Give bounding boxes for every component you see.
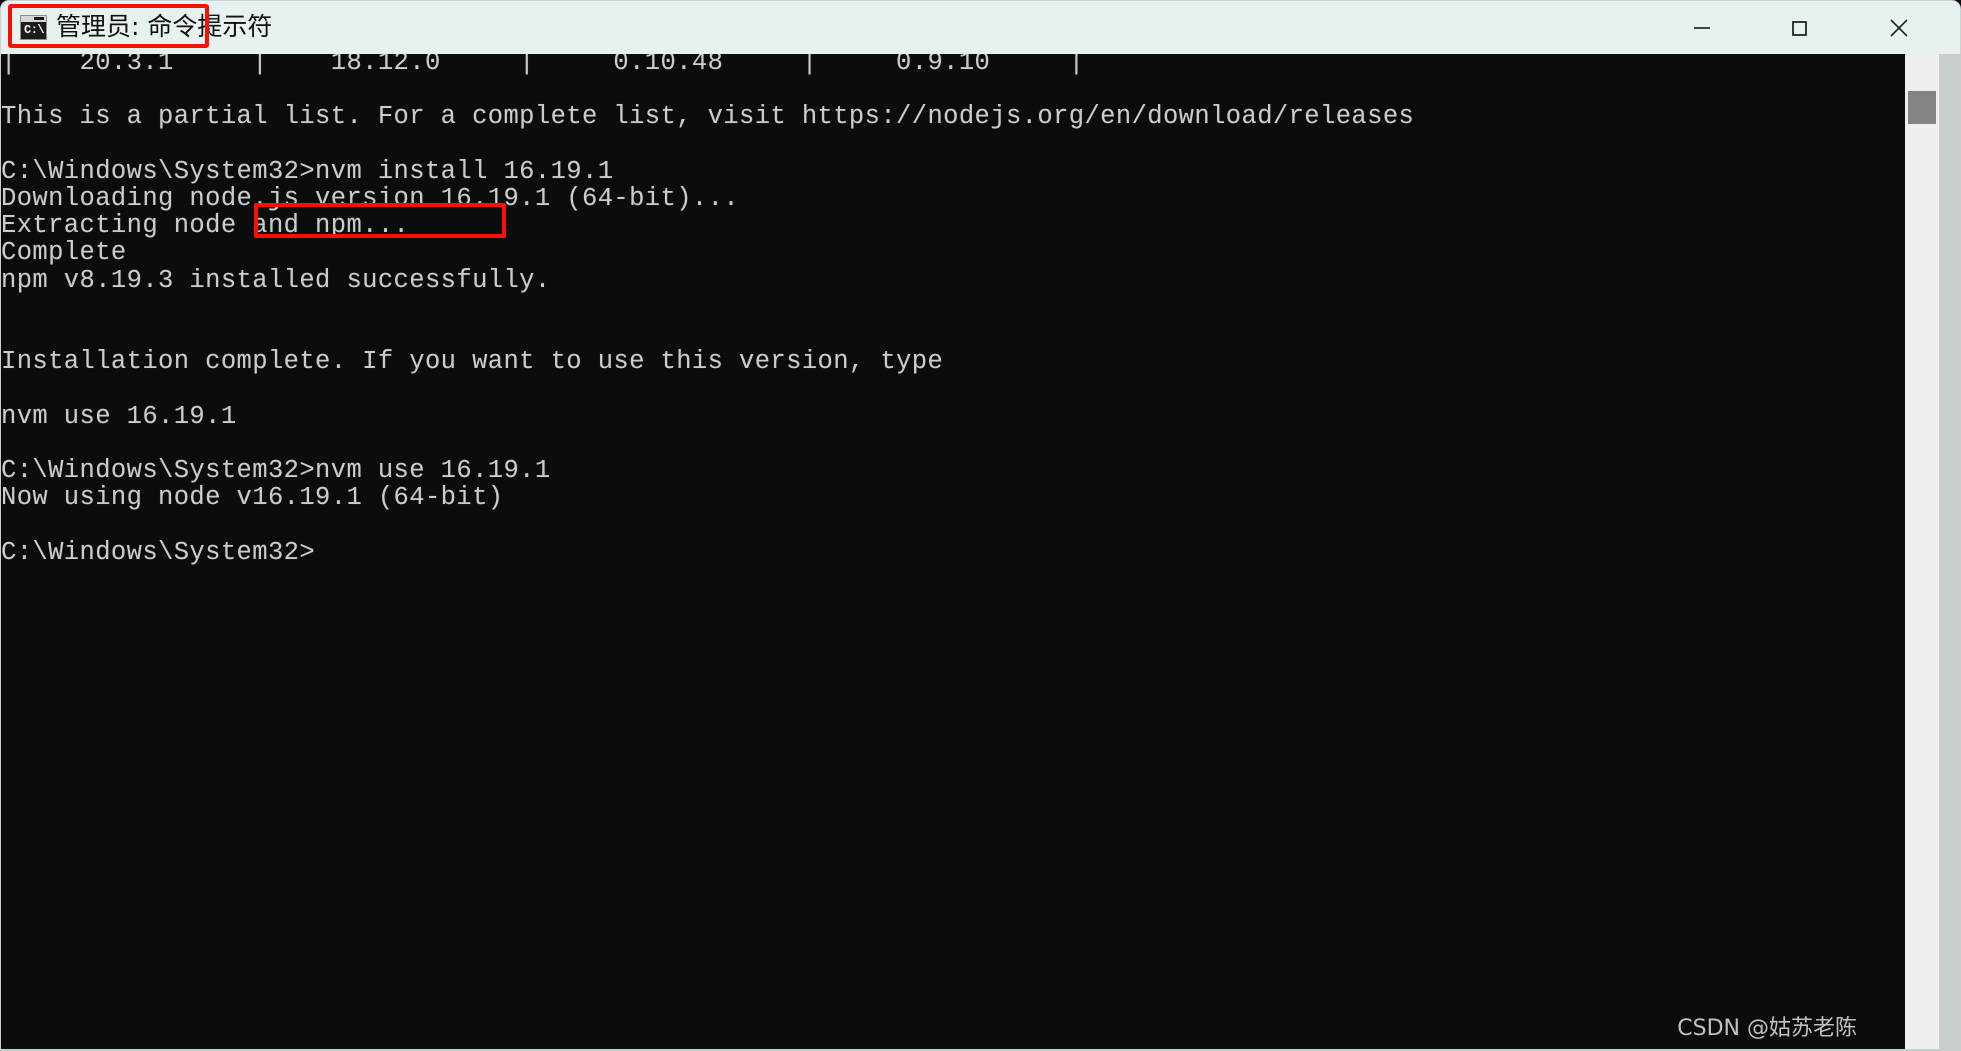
terminal-output-area[interactable]: | 20.3.1 | 18.12.0 | 0.10.48 | 0.9.10 | …	[1, 54, 1905, 1050]
close-icon	[1889, 18, 1908, 37]
maximize-icon	[1791, 20, 1807, 36]
cmd-app-icon-prompt: C:\.	[24, 22, 51, 37]
cmd-app-icon-bar	[21, 15, 46, 22]
watermark: CSDN @姑苏老陈	[1677, 1016, 1857, 1041]
window-title: 管理员: 命令提示符	[56, 12, 273, 41]
minimize-button[interactable]	[1664, 1, 1739, 54]
console-text: | 20.3.1 | 18.12.0 | 0.10.48 | 0.9.10 | …	[1, 54, 1415, 567]
command-prompt-window: C:\. 管理员: 命令提示符 | 20.3.1 | 18.12.0 | 0.1…	[0, 0, 1961, 1051]
window-titlebar[interactable]: C:\. 管理员: 命令提示符	[0, 0, 1961, 54]
window-border-right	[1939, 54, 1961, 1050]
minimize-icon	[1693, 26, 1710, 29]
window-title-group: C:\. 管理员: 命令提示符	[14, 7, 278, 47]
window-border-left	[0, 54, 1, 1050]
cmd-app-icon: C:\.	[20, 14, 51, 40]
vertical-scrollbar[interactable]	[1905, 54, 1939, 1050]
scrollbar-thumb[interactable]	[1908, 91, 1936, 124]
maximize-button[interactable]	[1761, 1, 1836, 54]
close-button[interactable]	[1861, 1, 1936, 54]
